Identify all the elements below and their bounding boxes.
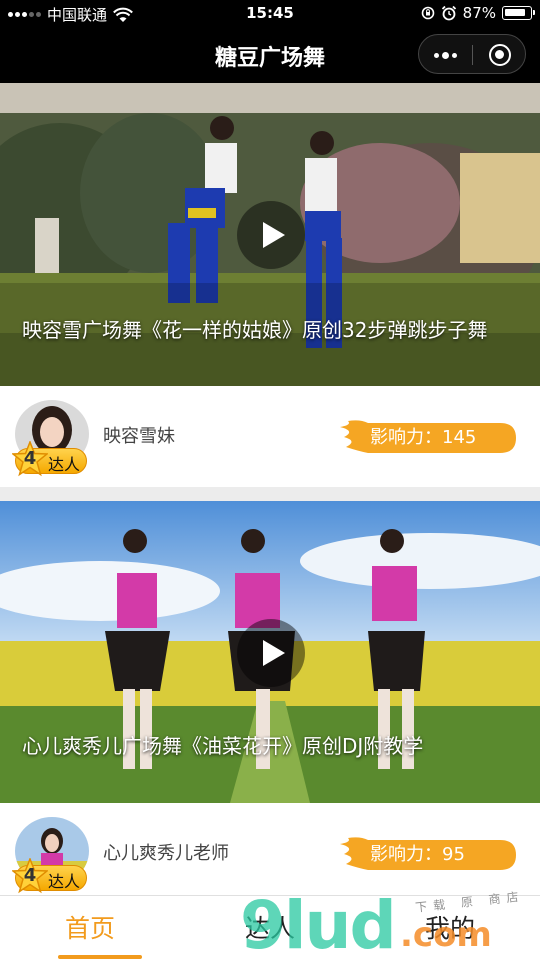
star-icon: 4 xyxy=(12,441,48,477)
expert-badge: 4 达人 xyxy=(12,441,87,477)
battery-icon xyxy=(502,6,535,20)
level-number: 4 xyxy=(23,448,37,469)
alarm-icon xyxy=(441,5,456,21)
influence-value: 影响力：145 xyxy=(370,427,477,448)
author-avatar[interactable]: 4 达人 xyxy=(12,817,89,894)
influence-tag: 影响力：95 xyxy=(338,834,518,870)
play-icon[interactable] xyxy=(237,619,305,687)
miniprogram-capsule xyxy=(418,34,526,74)
badge-label: 达人 xyxy=(48,455,81,474)
influence-tag: 影响力：145 xyxy=(338,417,518,453)
play-icon[interactable] xyxy=(237,201,305,269)
status-bar: 中国联通 15:45 87% xyxy=(0,0,540,28)
badge-label: 达人 xyxy=(48,872,81,891)
tab-bar: 首页 达人 我的 xyxy=(0,895,540,960)
author-name[interactable]: 心儿爽秀儿老师 xyxy=(103,839,229,865)
battery-fill xyxy=(505,9,525,16)
more-dots-icon[interactable] xyxy=(419,35,472,75)
battery-percent: 87% xyxy=(462,4,496,22)
video-cover[interactable]: 映容雪广场舞《花一样的姑娘》原创32步弹跳步子舞 xyxy=(0,83,540,386)
orientation-lock-icon xyxy=(421,6,434,20)
app-screen: 中国联通 15:45 87% 糖豆广场舞 映容雪广场舞《花一样的姑娘》原创32步… xyxy=(0,0,540,960)
tab-home[interactable]: 首页 xyxy=(0,896,180,960)
author-row[interactable]: 4 达人 映容雪妹 影响力：145 xyxy=(0,386,540,487)
miniprogram-close-icon[interactable] xyxy=(473,35,526,75)
author-name[interactable]: 映容雪妹 xyxy=(103,422,175,448)
video-title[interactable]: 映容雪广场舞《花一样的姑娘》原创32步弹跳步子舞 xyxy=(22,316,512,345)
tab-experts[interactable]: 达人 xyxy=(180,896,360,960)
author-avatar[interactable]: 4 达人 xyxy=(12,400,89,477)
navigation-bar: 糖豆广场舞 xyxy=(0,28,540,83)
star-icon: 4 xyxy=(12,858,48,894)
influence-value: 影响力：95 xyxy=(370,844,465,865)
status-right: 87% xyxy=(421,4,535,22)
video-cover[interactable]: 心儿爽秀儿广场舞《油菜花开》原创DJ附教学 xyxy=(0,501,540,803)
author-row[interactable]: 4 达人 心儿爽秀儿老师 影响力：95 xyxy=(0,803,540,904)
tab-mine[interactable]: 我的 xyxy=(360,896,540,960)
level-number: 4 xyxy=(23,865,37,886)
expert-badge: 4 达人 xyxy=(12,858,87,894)
video-title[interactable]: 心儿爽秀儿广场舞《油菜花开》原创DJ附教学 xyxy=(22,732,512,761)
